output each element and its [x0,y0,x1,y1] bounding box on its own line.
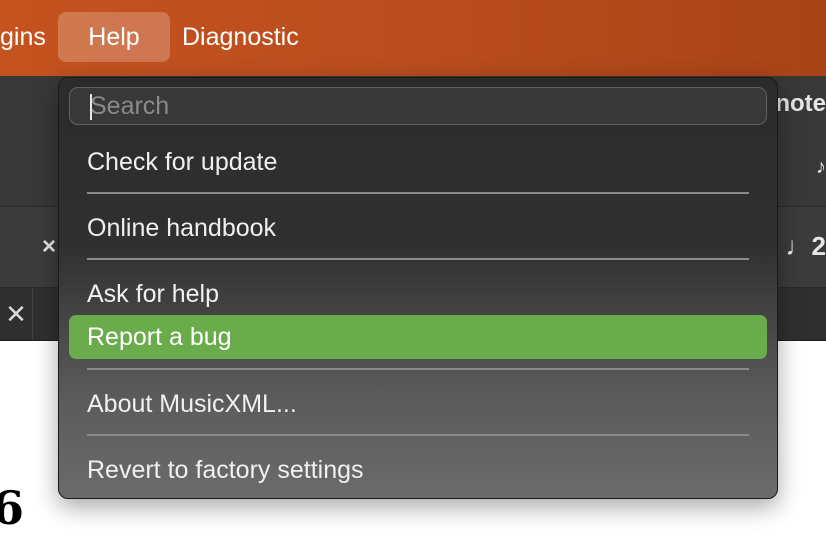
close-icon[interactable]: ✕ [0,288,33,340]
menu-item-check-for-update[interactable]: Check for update [69,140,767,184]
toolbar-partial-icon: ♪ [816,156,826,178]
toolbar2-left-symbol[interactable]: × [42,233,56,261]
menu-diagnostic[interactable]: Diagnostic [172,12,309,62]
menu-item-ask-for-help[interactable]: Ask for help [69,272,767,316]
menu-item-revert-factory-settings[interactable]: Revert to factory settings [69,448,767,492]
help-menu-dropdown: Search Check for update Online handbook … [58,77,778,499]
canvas-glyph: 6 [0,481,25,535]
toolbar-label-note: note [775,90,826,117]
menu-item-about[interactable]: About MusicXML... [69,382,767,426]
search-input[interactable]: Search [69,87,767,125]
menu-separator [87,434,749,436]
toolbar2-duration-button[interactable]: ♩2 [786,231,826,262]
toolbar2-duration-label: 2 [811,231,826,261]
menu-separator [87,192,749,194]
menu-plugins[interactable]: gins [0,12,56,62]
menu-help[interactable]: Help [58,12,170,62]
menu-item-online-handbook[interactable]: Online handbook [69,206,767,250]
menu-item-report-a-bug[interactable]: Report a bug [69,315,767,359]
menubar: gins Help Diagnostic [0,0,826,76]
menu-separator [87,258,749,260]
menu-separator [87,368,749,370]
